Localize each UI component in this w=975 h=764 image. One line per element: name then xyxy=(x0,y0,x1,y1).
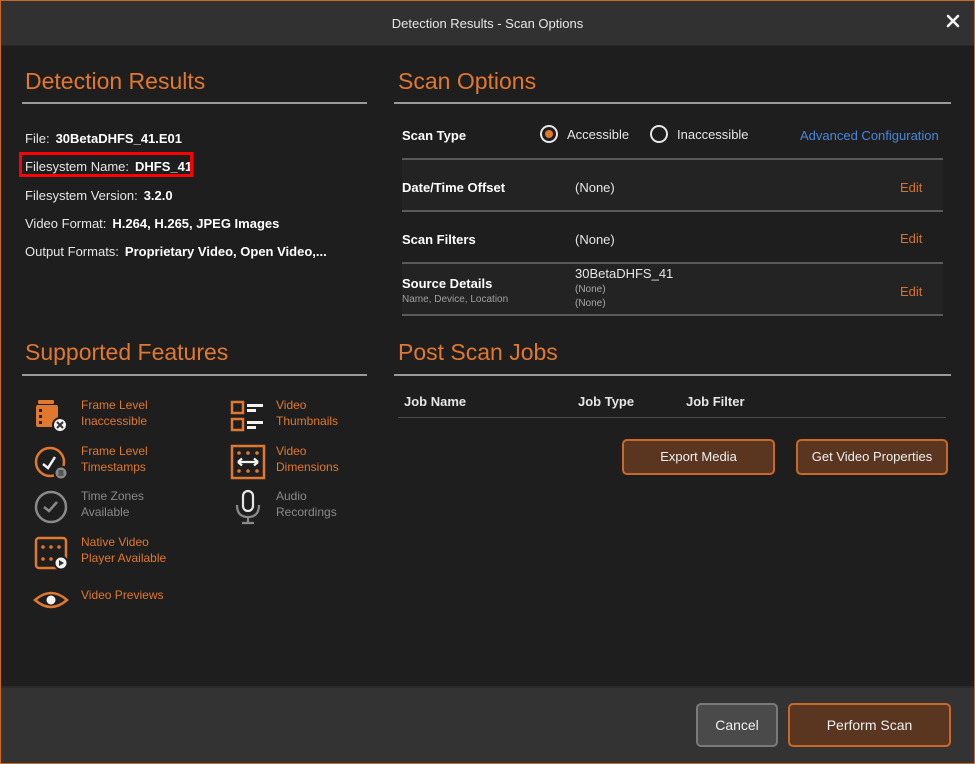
eye-icon xyxy=(33,591,69,609)
highlight-annotation xyxy=(19,152,193,177)
jobs-table-divider xyxy=(398,417,946,418)
field-value: 3.2.0 xyxy=(143,188,173,203)
scan-type-label: Scan Type xyxy=(402,128,467,143)
filesystem-version-field: Filesystem Version: 3.2.0 xyxy=(25,188,173,203)
output-formats-field: Output Formats: Proprietary Video, Open V… xyxy=(25,244,327,259)
date-time-offset-value: (None) xyxy=(575,180,615,195)
column-header-job-filter[interactable]: Job Filter xyxy=(686,394,745,409)
window-title: Detection Results - Scan Options xyxy=(391,16,584,31)
field-label: Output Formats: xyxy=(25,244,119,259)
dialog-content: Detection Results File: 30BetaDHFS_41.E01… xyxy=(1,46,974,686)
clock-icon xyxy=(34,490,68,524)
feature-line: Inaccessible xyxy=(81,414,148,428)
feature-line: Thumbnails xyxy=(276,414,339,428)
feature-line: Time Zones xyxy=(81,489,144,503)
section-divider xyxy=(394,102,951,104)
section-divider xyxy=(22,374,367,376)
feature-line: Recordings xyxy=(276,505,337,519)
feature-line: Available xyxy=(81,505,130,519)
feature-line: Timestamps xyxy=(81,460,146,474)
section-divider xyxy=(22,102,367,104)
export-media-button[interactable]: Export Media xyxy=(622,439,775,475)
thumbnails-icon xyxy=(230,400,263,432)
date-time-offset-label: Date/Time Offset xyxy=(402,180,506,195)
radio-selected-dot xyxy=(545,130,553,138)
section-divider xyxy=(394,374,951,376)
edit-scan-filters-link[interactable]: Edit xyxy=(900,231,922,246)
feature-line: Video Previews xyxy=(81,588,164,602)
feature-frame-level-inaccessible: Frame Level Inaccessible xyxy=(81,397,148,429)
edit-date-time-offset-link[interactable]: Edit xyxy=(900,180,922,195)
row-divider xyxy=(402,314,943,316)
edit-source-details-link[interactable]: Edit xyxy=(900,284,922,299)
file-field: File: 30BetaDHFS_41.E01 xyxy=(25,131,182,146)
film-inaccessible-icon xyxy=(36,400,68,433)
source-details-sublabel: Name, Device, Location xyxy=(402,294,509,305)
clock-timestamp-icon xyxy=(34,446,69,480)
supported-features-heading: Supported Features xyxy=(25,339,229,365)
column-header-job-type[interactable]: Job Type xyxy=(578,394,634,409)
feature-line: Video xyxy=(276,444,307,458)
source-details-device: (None) xyxy=(575,284,606,295)
field-label: Video Format: xyxy=(25,216,107,231)
source-details-name: 30BetaDHFS_41 xyxy=(575,266,674,281)
feature-video-thumbnails: Video Thumbnails xyxy=(276,397,338,429)
feature-native-video-player: Native Video Player Available xyxy=(81,534,166,566)
feature-time-zones: Time Zones Available xyxy=(81,488,144,520)
close-icon[interactable] xyxy=(945,13,961,29)
field-value: 30BetaDHFS_41.E01 xyxy=(55,131,183,146)
feature-line: Audio xyxy=(276,489,307,503)
dialog-footer: Cancel Perform Scan xyxy=(1,686,974,763)
detection-results-dialog: Detection Results - Scan Options Detecti… xyxy=(0,0,975,764)
cancel-button[interactable]: Cancel xyxy=(696,703,778,747)
feature-line: Dimensions xyxy=(276,460,339,474)
radio-accessible[interactable] xyxy=(540,125,558,143)
radio-inaccessible-label[interactable]: Inaccessible xyxy=(677,127,749,142)
video-format-field: Video Format: H.264, H.265, JPEG Images xyxy=(25,216,279,231)
post-scan-jobs-heading: Post Scan Jobs xyxy=(398,339,558,365)
radio-inaccessible[interactable] xyxy=(650,125,668,143)
feature-video-dimensions: Video Dimensions xyxy=(276,443,339,475)
feature-line: Player Available xyxy=(81,551,167,565)
video-player-icon xyxy=(34,536,69,571)
scan-filters-value: (None) xyxy=(575,232,615,247)
feature-audio-recordings: Audio Recordings xyxy=(276,488,337,520)
dimensions-icon xyxy=(230,444,266,480)
feature-line: Video xyxy=(276,398,307,412)
advanced-configuration-link[interactable]: Advanced Configuration xyxy=(800,128,939,143)
scan-filters-label: Scan Filters xyxy=(402,232,476,247)
row-divider xyxy=(402,210,943,212)
microphone-icon xyxy=(235,489,261,525)
field-value: H.264, H.265, JPEG Images xyxy=(112,216,280,231)
feature-frame-level-timestamps: Frame Level Timestamps xyxy=(81,443,148,475)
field-value: Proprietary Video, Open Video,... xyxy=(124,244,327,259)
feature-line: Native Video xyxy=(81,535,149,549)
field-label: Filesystem Version: xyxy=(25,188,138,203)
feature-video-previews: Video Previews xyxy=(81,587,164,603)
radio-accessible-label[interactable]: Accessible xyxy=(567,127,629,142)
detection-results-heading: Detection Results xyxy=(25,68,206,94)
feature-line: Frame Level xyxy=(81,444,148,458)
title-bar: Detection Results - Scan Options xyxy=(1,1,974,46)
field-label: File: xyxy=(25,131,50,146)
scan-options-heading: Scan Options xyxy=(398,68,537,94)
get-video-properties-button[interactable]: Get Video Properties xyxy=(796,439,948,475)
perform-scan-button[interactable]: Perform Scan xyxy=(788,703,951,747)
feature-line: Frame Level xyxy=(81,398,148,412)
source-details-label: Source Details xyxy=(402,276,493,291)
column-header-job-name[interactable]: Job Name xyxy=(404,394,466,409)
source-details-location: (None) xyxy=(575,298,606,309)
